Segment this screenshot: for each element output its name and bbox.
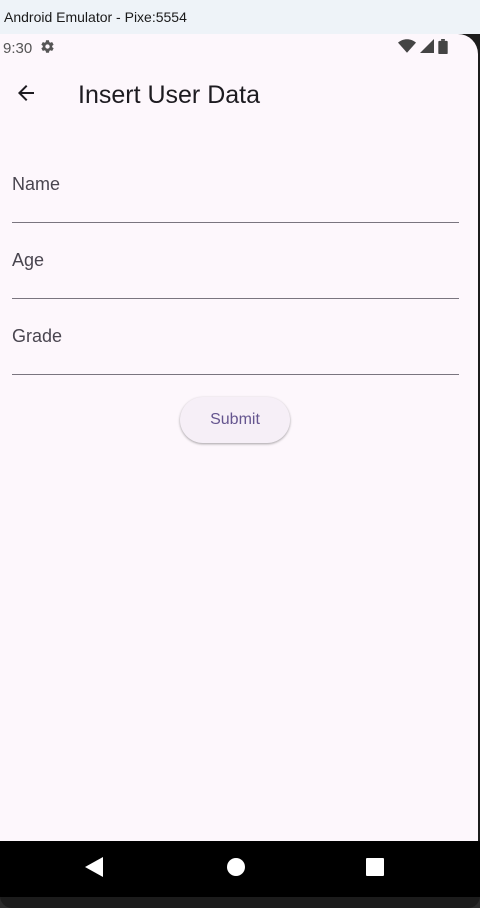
back-triangle-icon[interactable] <box>85 856 103 882</box>
emulator-window-titlebar: Android Emulator - Pixe:5554 <box>0 0 480 34</box>
device-screen: 9:30 Insert User Data Name Age Grade Sub… <box>0 34 478 841</box>
nav-recents-button[interactable] <box>361 855 389 883</box>
window-title: Android Emulator - Pixe:5554 <box>4 9 187 25</box>
status-bar: 9:30 <box>0 34 478 62</box>
submit-button[interactable]: Submit <box>180 397 290 443</box>
nav-back-button[interactable] <box>80 855 108 883</box>
recents-square-icon[interactable] <box>366 857 384 881</box>
battery-icon <box>438 38 448 58</box>
age-field[interactable]: Age <box>12 230 459 299</box>
nav-home-button[interactable] <box>222 855 250 883</box>
system-navigation-bar <box>0 841 480 897</box>
submit-container: Submit <box>0 397 478 443</box>
app-bar: Insert User Data <box>0 70 478 120</box>
name-input[interactable] <box>12 182 459 222</box>
user-data-form: Name Age Grade <box>12 154 459 382</box>
home-circle-icon[interactable] <box>227 857 245 881</box>
signal-icon <box>420 39 434 57</box>
wifi-icon <box>398 39 416 57</box>
arrow-back-icon[interactable] <box>14 81 38 110</box>
grade-input[interactable] <box>12 334 459 374</box>
status-time: 9:30 <box>3 39 33 57</box>
name-field[interactable]: Name <box>12 154 459 223</box>
device-frame: 9:30 Insert User Data Name Age Grade Sub… <box>0 34 480 908</box>
back-button[interactable] <box>2 71 50 119</box>
age-input[interactable] <box>12 258 459 298</box>
page-title: Insert User Data <box>78 80 261 109</box>
grade-field[interactable]: Grade <box>12 306 459 375</box>
gear-icon <box>40 39 55 58</box>
